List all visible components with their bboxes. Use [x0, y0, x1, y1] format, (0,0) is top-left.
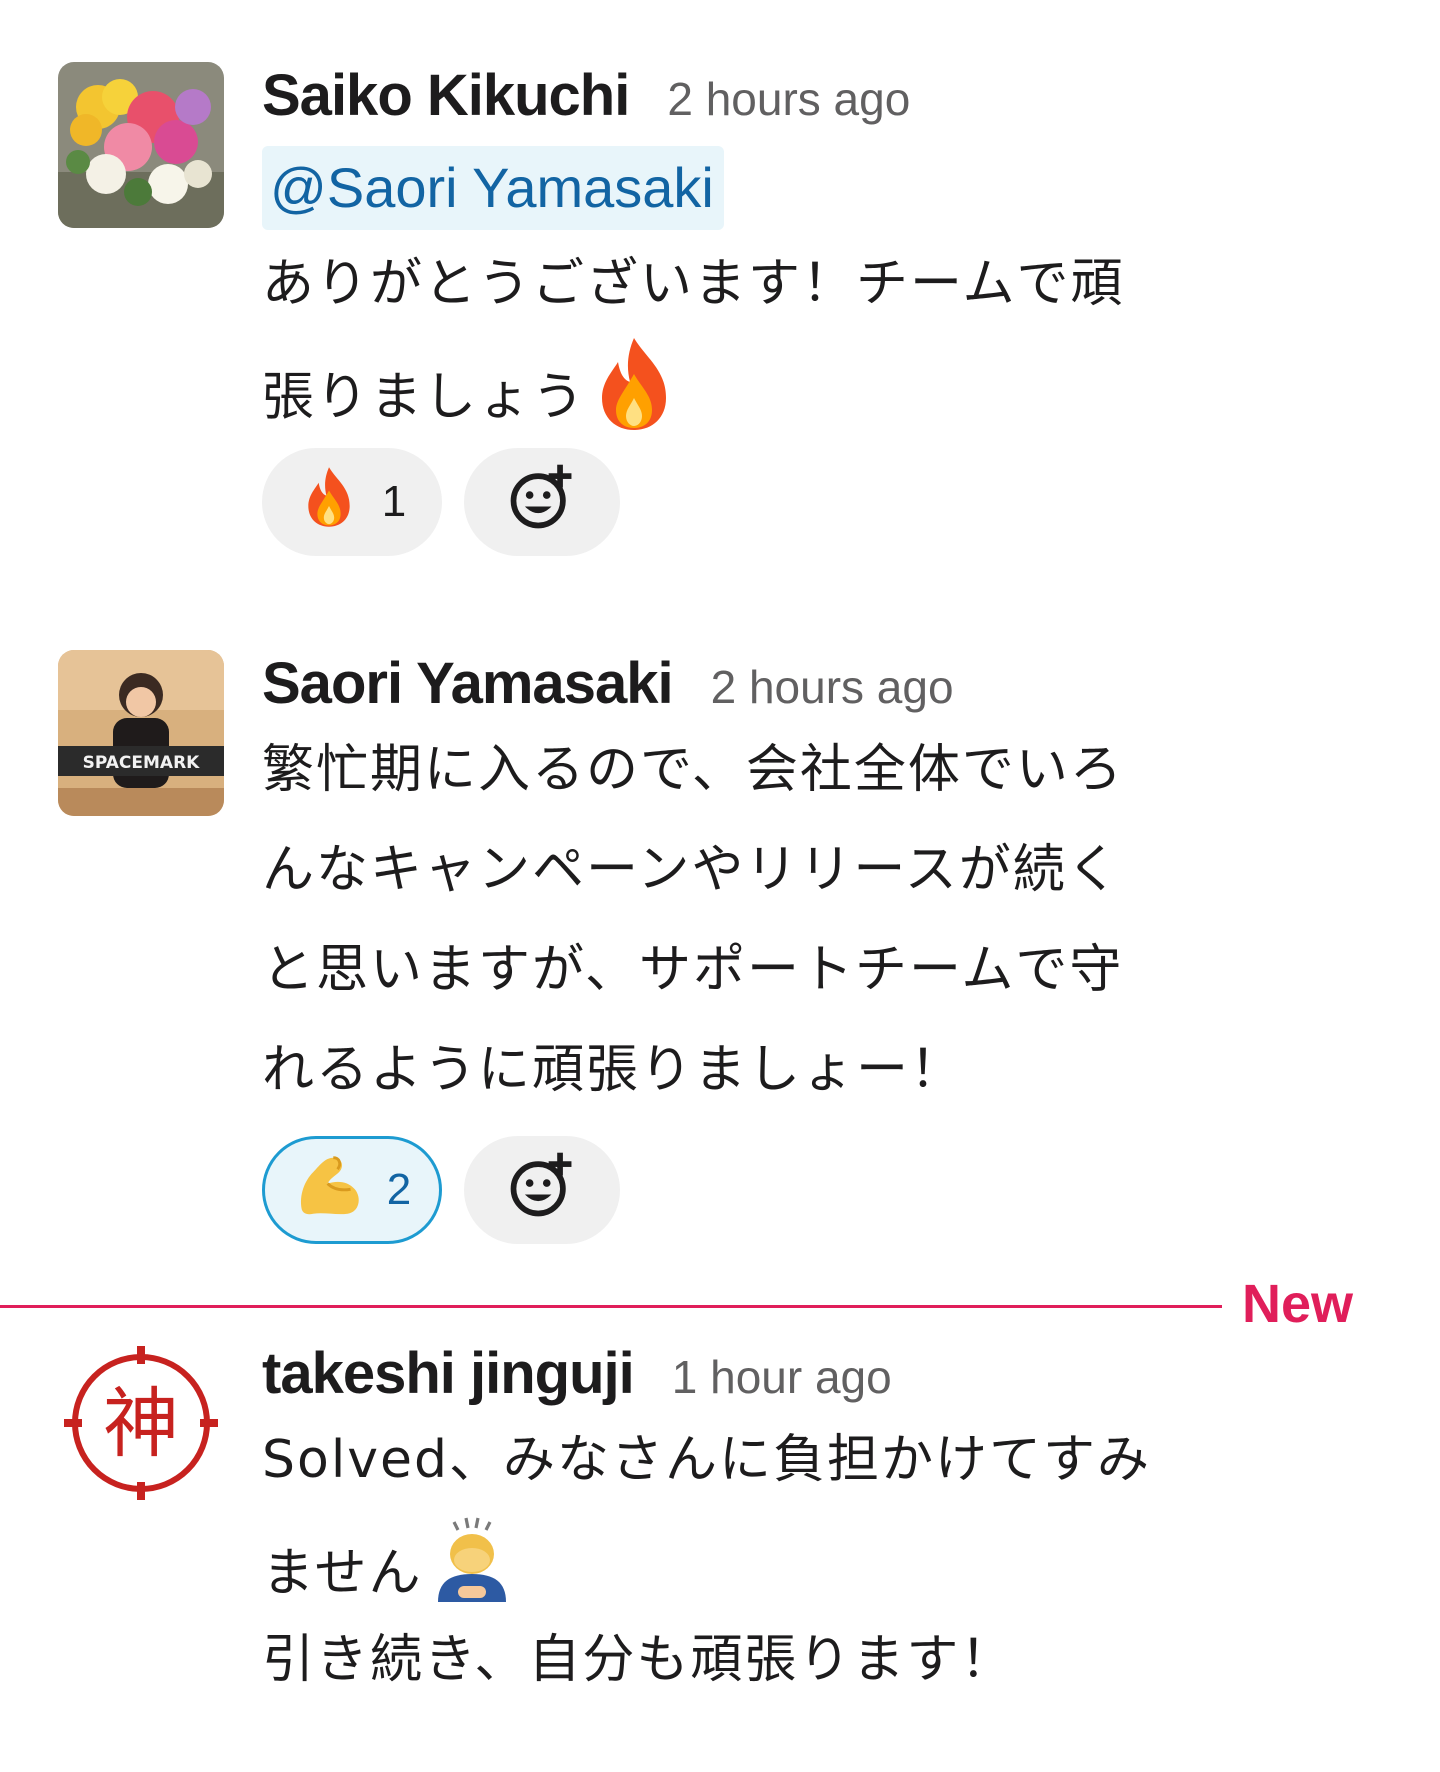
- mention-line: @Saori Yamasaki: [262, 146, 1372, 230]
- message-line: 繁忙期に入るので、会社全体でいろ: [262, 740, 1124, 800]
- message-text: Solved、みなさんに負担かけてすみ ません 引き続き、自分も頑張ります！: [262, 1410, 1372, 1710]
- message-body: takeshi jinguji 1 hour ago Solved、みなさんに負…: [262, 1340, 1372, 1710]
- add-reaction-icon: [504, 1147, 580, 1234]
- message-line: れるように頑張りましょー！: [262, 1040, 965, 1100]
- flower-bouquet-avatar-image: [58, 62, 224, 228]
- message-line: Solved、みなさんに負担かけてすみ: [262, 1430, 1152, 1490]
- message-timestamp[interactable]: 2 hours ago: [667, 72, 910, 126]
- person-with-sign-avatar-image: SPACEMARK: [58, 650, 224, 816]
- message-line: んなキャンペーンやリリースが続く: [262, 840, 1121, 900]
- reaction-count: 2: [386, 1165, 412, 1214]
- reaction-flexed-biceps[interactable]: 2: [262, 1136, 442, 1244]
- fire-emoji-icon: [298, 464, 360, 541]
- user-mention[interactable]: @Saori Yamasaki: [262, 146, 724, 230]
- reactions-row: 2: [262, 1136, 1372, 1244]
- message-text: ありがとうございます！チームで頑 張りましょう: [262, 234, 1372, 434]
- author-name[interactable]: takeshi jinguji: [262, 1340, 635, 1407]
- message-body: Saori Yamasaki 2 hours ago 繁忙期に入るので、会社全体…: [262, 650, 1372, 1244]
- add-reaction-button[interactable]: [464, 1136, 620, 1244]
- author-name[interactable]: Saori Yamasaki: [262, 650, 674, 717]
- message-line: 引き続き、自分も頑張ります！: [262, 1630, 1015, 1690]
- reactions-row: 1: [262, 448, 1372, 556]
- message-timestamp[interactable]: 1 hour ago: [672, 1350, 892, 1404]
- svg-text:SPACEMARK: SPACEMARK: [83, 753, 201, 773]
- avatar-takeshi-jinguji[interactable]: 神: [58, 1340, 224, 1506]
- message-line-text: ません: [262, 1543, 423, 1604]
- message-timestamp[interactable]: 2 hours ago: [711, 660, 954, 714]
- avatar-saori-yamasaki[interactable]: SPACEMARK: [58, 650, 224, 816]
- message-header: Saori Yamasaki 2 hours ago: [262, 650, 1372, 720]
- reaction-count: 1: [381, 477, 407, 526]
- message-line-with-emoji: ません: [262, 1510, 1372, 1610]
- message-body: Saiko Kikuchi 2 hours ago @Saori Yamasak…: [262, 62, 1372, 556]
- reaction-fire[interactable]: 1: [262, 448, 442, 556]
- previous-message-remnant: · · · · · ·: [40, 0, 300, 8]
- add-reaction-button[interactable]: [464, 448, 620, 556]
- add-reaction-icon: [504, 459, 580, 546]
- new-messages-divider: New: [0, 1274, 1440, 1334]
- fire-emoji-icon: [586, 334, 682, 467]
- message-header: takeshi jinguji 1 hour ago: [262, 1340, 1372, 1410]
- message-line-with-emoji: 張りましょう: [262, 334, 1372, 434]
- author-name[interactable]: Saiko Kikuchi: [262, 62, 630, 129]
- kanji-crest-avatar-image: 神: [58, 1340, 224, 1506]
- message-line: ありがとうございます！チームで頑: [262, 254, 1125, 314]
- flexed-biceps-emoji-icon: [293, 1152, 365, 1229]
- new-divider-rule: [0, 1305, 1222, 1308]
- svg-text:神: 神: [103, 1379, 179, 1468]
- new-divider-label: New: [1242, 1274, 1354, 1334]
- message-line: と思いますが、サポートチームで守: [262, 940, 1124, 1000]
- message-text: 繁忙期に入るので、会社全体でいろ んなキャンペーンやリリースが続く と思いますが…: [262, 720, 1372, 1120]
- avatar-saiko-kikuchi[interactable]: [58, 62, 224, 228]
- thread-pane: · · · · · · Saiko Ki: [0, 0, 1440, 1772]
- message-line-text: 張りましょう: [262, 367, 587, 428]
- message-header: Saiko Kikuchi 2 hours ago: [262, 62, 1372, 132]
